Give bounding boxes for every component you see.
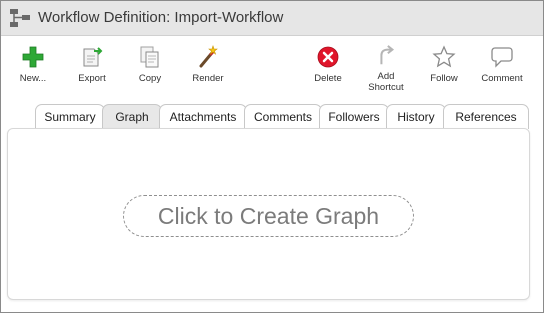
comment-button[interactable]: Comment <box>474 43 530 93</box>
create-graph-button[interactable]: Click to Create Graph <box>123 195 414 237</box>
copy-button[interactable]: Copy <box>122 43 178 93</box>
new-label: New... <box>19 73 47 84</box>
export-button[interactable]: Export <box>64 43 120 93</box>
tab-graph[interactable]: Graph <box>102 104 162 129</box>
export-label: Export <box>78 73 106 84</box>
render-label: Render <box>192 73 224 84</box>
shortcut-icon <box>380 45 395 65</box>
magic-wand-icon <box>199 45 218 68</box>
export-icon <box>83 47 103 67</box>
plus-icon <box>22 46 44 68</box>
workflow-definition-window: Workflow Definition: Import-Workflow New… <box>0 0 544 313</box>
toolbar: New... Export Copy Render Delete Add Sho… <box>1 37 543 95</box>
render-button[interactable]: Render <box>180 43 236 93</box>
graph-panel: Click to Create Graph <box>7 128 530 300</box>
tab-comments[interactable]: Comments <box>244 104 322 129</box>
star-icon <box>432 45 456 68</box>
delete-icon <box>317 46 339 68</box>
delete-label: Delete <box>314 73 342 84</box>
tab-bar: Summary Graph Attachments Comments Follo… <box>35 104 535 129</box>
copy-icon <box>140 46 159 68</box>
add-shortcut-button[interactable]: Add Shortcut <box>358 43 414 93</box>
new-button[interactable]: New... <box>5 43 61 93</box>
tab-history[interactable]: History <box>386 104 446 129</box>
copy-label: Copy <box>138 73 162 84</box>
tab-summary[interactable]: Summary <box>35 104 105 129</box>
tab-followers[interactable]: Followers <box>319 104 389 129</box>
comment-icon <box>491 47 513 68</box>
tab-references[interactable]: References <box>443 104 529 129</box>
follow-button[interactable]: Follow <box>416 43 472 93</box>
title-bar: Workflow Definition: Import-Workflow <box>1 1 543 36</box>
add-shortcut-label: Add Shortcut <box>368 71 404 93</box>
comment-label: Comment <box>481 73 523 84</box>
follow-label: Follow <box>430 73 458 84</box>
window-title: Workflow Definition: Import-Workflow <box>38 9 284 26</box>
delete-button[interactable]: Delete <box>300 43 356 93</box>
workflow-icon <box>10 9 30 27</box>
tab-attachments[interactable]: Attachments <box>159 104 247 129</box>
